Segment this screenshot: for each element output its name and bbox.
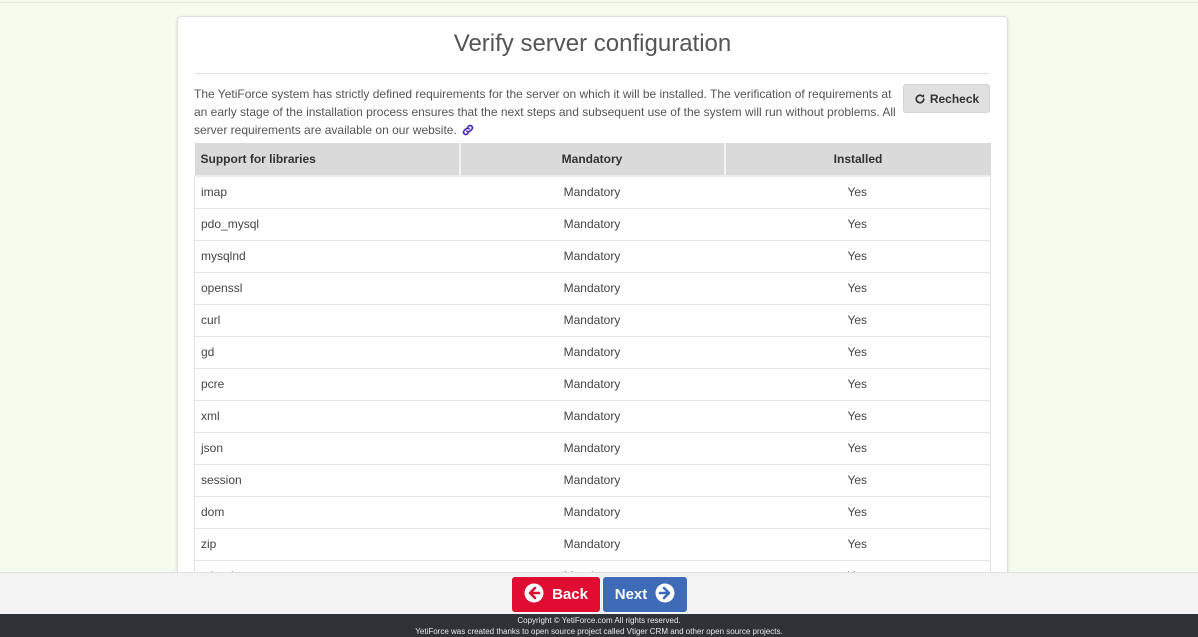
table-row: pdo_mysql Mandatory Yes — [194, 208, 991, 241]
cell-mandatory: Mandatory — [459, 496, 725, 529]
navigation-bar: Back Next — [0, 572, 1198, 614]
footer-credits: YetiForce was created thanks to open sou… — [415, 627, 783, 636]
back-label: Back — [552, 586, 588, 603]
footer: Copyright © YetiForce.com All rights res… — [0, 614, 1198, 637]
arrow-right-circle-icon — [655, 583, 675, 607]
cell-library: dom — [194, 496, 460, 529]
cell-mandatory: Mandatory — [459, 336, 725, 369]
table-row: curl Mandatory Yes — [194, 304, 991, 337]
cell-installed: Yes — [724, 336, 991, 369]
cell-mandatory: Mandatory — [459, 432, 725, 465]
cell-installed: Yes — [724, 496, 991, 529]
intro-text: The YetiForce system has strictly define… — [194, 85, 898, 141]
cell-library: gd — [194, 336, 460, 369]
table-row: imap Mandatory Yes — [194, 176, 991, 209]
page-title: Verify server configuration — [453, 30, 732, 57]
top-divider — [0, 2, 1198, 3]
recheck-button[interactable]: Recheck — [903, 84, 990, 113]
redo-icon — [914, 93, 926, 105]
table-row: dom Mandatory Yes — [194, 496, 991, 529]
cell-library: session — [194, 464, 460, 497]
cell-mandatory: Mandatory — [459, 208, 725, 241]
cell-mandatory: Mandatory — [459, 400, 725, 433]
cell-installed: Yes — [724, 240, 991, 273]
cell-installed: Yes — [724, 528, 991, 561]
cell-mandatory: Mandatory — [459, 464, 725, 497]
libraries-table-wrapper: Support for libraries Mandatory Installe… — [194, 143, 991, 575]
table-row: pcre Mandatory Yes — [194, 368, 991, 401]
cell-library: zip — [194, 528, 460, 561]
cell-mandatory: Mandatory — [459, 528, 725, 561]
cell-installed: Yes — [724, 400, 991, 433]
cell-mandatory: Mandatory — [459, 272, 725, 305]
cell-mandatory: Mandatory — [459, 240, 725, 273]
cell-mandatory: Mandatory — [459, 368, 725, 401]
cell-mandatory: Mandatory — [459, 176, 725, 209]
cell-installed: Yes — [724, 368, 991, 401]
cell-library: pcre — [194, 368, 460, 401]
cell-library: curl — [194, 304, 460, 337]
table-row: mysqlnd Mandatory Yes — [194, 240, 991, 273]
table-row: zip Mandatory Yes — [194, 528, 991, 561]
footer-copyright: Copyright © YetiForce.com All rights res… — [517, 616, 681, 625]
cell-installed: Yes — [724, 208, 991, 241]
libraries-table: Support for libraries Mandatory Installe… — [194, 143, 991, 575]
cell-library: json — [194, 432, 460, 465]
table-row: json Mandatory Yes — [194, 432, 991, 465]
cell-library: mysqlnd — [194, 240, 460, 273]
cell-installed: Yes — [724, 304, 991, 337]
header-support-for-libraries: Support for libraries — [194, 143, 461, 177]
cell-installed: Yes — [724, 432, 991, 465]
cell-installed: Yes — [724, 464, 991, 497]
table-row: gd Mandatory Yes — [194, 336, 991, 369]
title-divider — [194, 73, 990, 74]
table-body: imap Mandatory Yes pdo_mysql Mandatory Yes mys… — [194, 176, 991, 575]
next-label: Next — [614, 586, 648, 603]
arrow-left-circle-icon — [524, 583, 544, 607]
intro-paragraph: The YetiForce system has strictly define… — [194, 87, 896, 137]
header-mandatory: Mandatory — [459, 143, 726, 177]
next-button[interactable]: Next — [603, 577, 687, 612]
link-icon[interactable] — [462, 123, 474, 141]
back-button[interactable]: Back — [512, 577, 600, 612]
cell-library: imap — [194, 176, 460, 209]
cell-library: openssl — [194, 272, 460, 305]
main-panel: Verify server configuration The YetiForc… — [177, 16, 1008, 576]
cell-installed: Yes — [724, 272, 991, 305]
table-row: xml Mandatory Yes — [194, 400, 991, 433]
cell-library: pdo_mysql — [194, 208, 460, 241]
recheck-label: Recheck — [929, 91, 980, 106]
table-row: openssl Mandatory Yes — [194, 272, 991, 305]
header-installed: Installed — [724, 143, 991, 177]
cell-library: xml — [194, 400, 460, 433]
table-row: session Mandatory Yes — [194, 464, 991, 497]
cell-installed: Yes — [724, 176, 991, 209]
cell-mandatory: Mandatory — [459, 304, 725, 337]
table-header-row: Support for libraries Mandatory Installe… — [194, 143, 991, 177]
